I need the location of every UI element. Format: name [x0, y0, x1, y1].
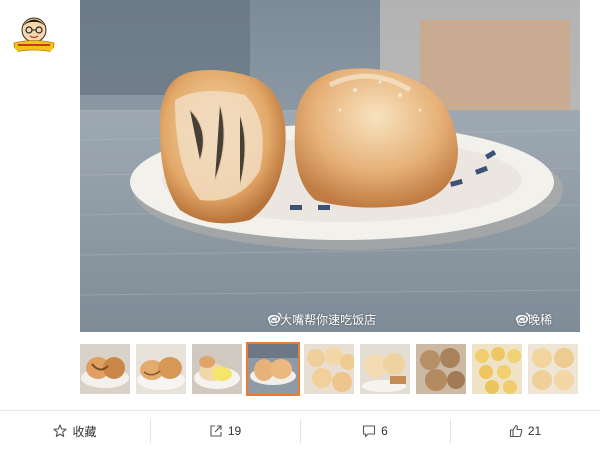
star-icon: [53, 424, 68, 437]
repost-button[interactable]: 19: [150, 411, 300, 451]
thumbnail-1[interactable]: [80, 344, 130, 394]
weibo-logo-icon: [268, 312, 282, 323]
thumbnail-strip: [80, 342, 580, 400]
bread-photo: [80, 0, 580, 332]
comment-count: 6: [381, 424, 388, 438]
thumbnail-3[interactable]: [192, 344, 242, 394]
cartoon-avatar-icon: [10, 10, 58, 58]
thumbnail-4-selected[interactable]: [246, 342, 300, 396]
repost-count: 19: [227, 424, 242, 438]
comment-icon: [363, 425, 376, 438]
share-arrow-icon: [210, 425, 222, 437]
thumbnail-8[interactable]: [472, 344, 522, 394]
thumbnail-7[interactable]: [416, 344, 466, 394]
thumbs-up-icon: [509, 424, 523, 438]
photo-watermark-left: @大嘴帮你速吃饭店: [268, 312, 376, 328]
author-avatar[interactable]: [10, 10, 58, 58]
main-photo[interactable]: @大嘴帮你速吃饭店 @晚稀: [80, 0, 580, 332]
action-bar: 收藏 19 6 21: [0, 410, 600, 451]
like-button[interactable]: 21: [450, 411, 600, 451]
like-count: 21: [527, 424, 542, 438]
weibo-logo-icon: [516, 312, 530, 323]
thumbnail-2[interactable]: [136, 344, 186, 394]
comment-button[interactable]: 6: [300, 411, 450, 451]
thumbnail-6[interactable]: [360, 344, 410, 394]
favorite-label: 收藏: [72, 424, 97, 439]
thumbnail-9[interactable]: [528, 344, 578, 394]
weibo-post-card: @大嘴帮你速吃饭店 @晚稀 收藏 19 6 21: [0, 0, 600, 451]
photo-watermark-right: @晚稀: [516, 312, 552, 328]
watermark-left-text: @大嘴帮你速吃饭店: [268, 313, 377, 327]
favorite-button[interactable]: 收藏: [0, 411, 150, 451]
thumbnail-5[interactable]: [304, 344, 354, 394]
